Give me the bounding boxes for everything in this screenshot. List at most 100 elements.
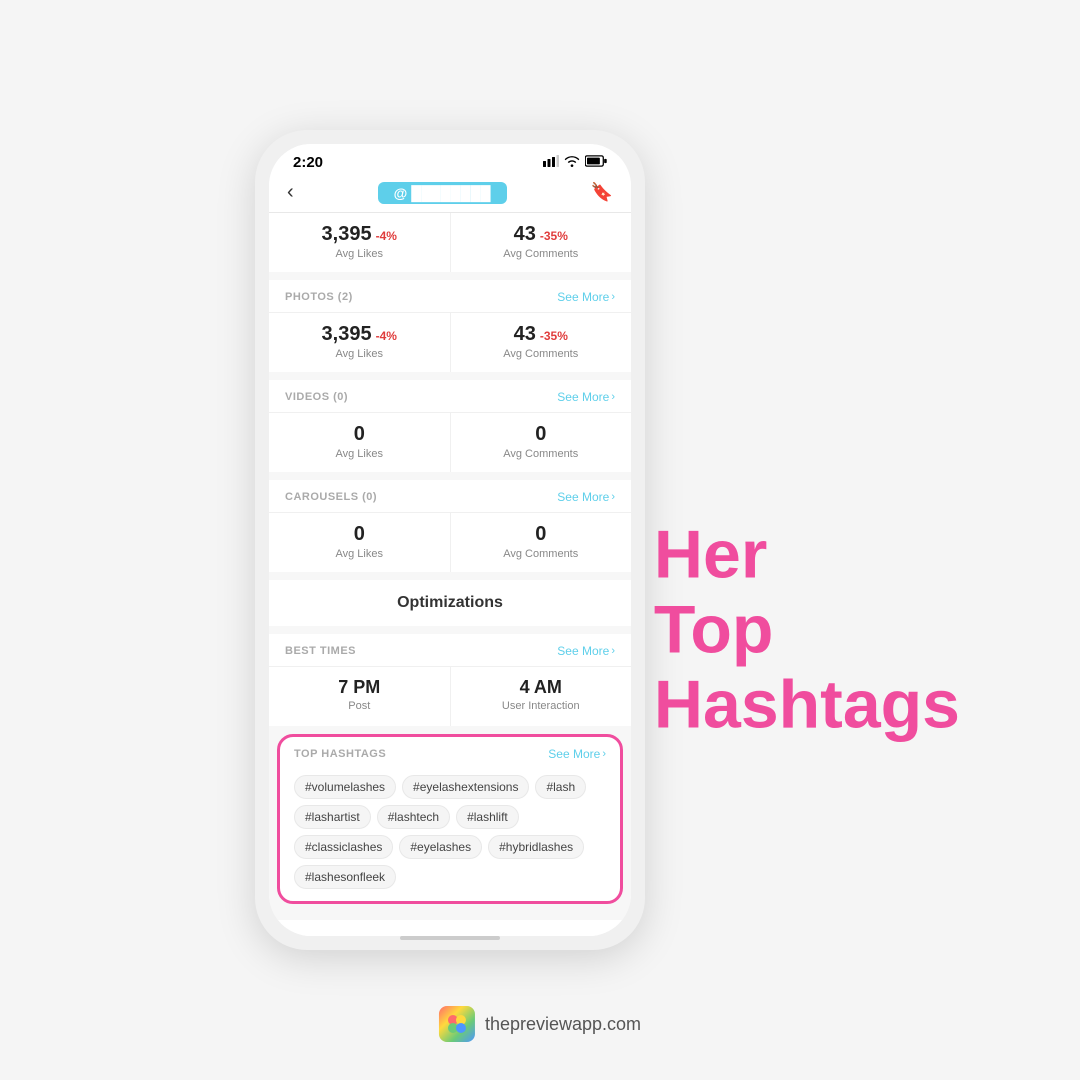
hashtag-tag[interactable]: #lashtech (377, 805, 450, 829)
photos-see-more-chevron: › (611, 291, 615, 303)
hashtag-tag[interactable]: #lashesonfleek (294, 865, 396, 889)
bottom-branding: thepreviewapp.com (439, 1006, 641, 1042)
best-times-stats-row: 7 PM Post 4 AM User Interaction (269, 666, 631, 726)
top-avg-likes-value: 3,395 (322, 223, 372, 246)
videos-see-more[interactable]: See More › (557, 390, 615, 404)
photos-avg-likes-value: 3,395 (322, 323, 372, 346)
hashtag-tag[interactable]: #lashlift (456, 805, 519, 829)
carousels-avg-comments-cell: 0 Avg Comments (451, 513, 632, 572)
videos-avg-comments-label: Avg Comments (503, 448, 578, 460)
best-times-see-more-label: See More (557, 644, 609, 658)
best-times-section: BEST TIMES See More › 7 PM Post 4 AM (269, 634, 631, 726)
top-avg-likes-cell: 3,395 -4% Avg Likes (269, 213, 451, 272)
battery-icon (585, 155, 607, 170)
interaction-time-value: 4 AM (520, 677, 562, 698)
top-avg-comments-value: 43 (514, 223, 536, 246)
best-times-header: BEST TIMES See More › (269, 634, 631, 666)
phone-inner: 2:20 (269, 144, 631, 936)
hashtags-see-more[interactable]: See More › (548, 747, 606, 761)
nav-bar: ‹ @ ████████ 🔖 (269, 175, 631, 213)
hashtags-see-more-chevron: › (602, 748, 606, 760)
home-indicator-bar (269, 920, 631, 936)
photos-section: PHOTOS (2) See More › 3,395 -4% Avg (269, 280, 631, 372)
hashtag-tag[interactable]: #eyelashextensions (402, 775, 529, 799)
carousels-see-more-chevron: › (611, 491, 615, 503)
hashtag-tag[interactable]: #lashartist (294, 805, 371, 829)
optimizations-title: Optimizations (397, 594, 503, 611)
carousels-stats-row: 0 Avg Likes 0 Avg Comments (269, 512, 631, 572)
brand-website: thepreviewapp.com (485, 1014, 641, 1035)
hashtags-header: TOP HASHTAGS See More › (280, 737, 620, 769)
top-avg-likes-change: -4% (376, 229, 397, 243)
status-icons (543, 155, 607, 170)
photos-avg-comments-label: Avg Comments (503, 348, 578, 360)
hashtags-section-title: TOP HASHTAGS (294, 748, 386, 760)
bottom-padding (269, 912, 631, 920)
photos-section-header: PHOTOS (2) See More › (269, 280, 631, 312)
top-avg-comments-label: Avg Comments (503, 248, 578, 260)
videos-avg-likes-value: 0 (354, 423, 365, 446)
status-bar: 2:20 (269, 144, 631, 175)
photos-avg-comments-value: 43 (514, 323, 536, 346)
photos-avg-likes-change: -4% (376, 329, 397, 343)
hashtags-see-more-label: See More (548, 747, 600, 761)
best-times-see-more-chevron: › (611, 645, 615, 657)
videos-avg-comments-cell: 0 Avg Comments (451, 413, 632, 472)
top-stats-row: 3,395 -4% Avg Likes 43 -35% Avg Comments (269, 213, 631, 272)
videos-see-more-chevron: › (611, 391, 615, 403)
username-tag: @ ████████ (378, 182, 507, 204)
photos-avg-likes-cell: 3,395 -4% Avg Likes (269, 313, 451, 372)
page-wrapper: 2:20 (0, 0, 1080, 1080)
photos-avg-comments-change: -35% (540, 329, 568, 343)
back-button[interactable]: ‹ (287, 181, 294, 204)
carousels-avg-likes-cell: 0 Avg Likes (269, 513, 451, 572)
photos-see-more[interactable]: See More › (557, 290, 615, 304)
photos-see-more-label: See More (557, 290, 609, 304)
carousels-section-title: CAROUSELS (0) (285, 491, 377, 503)
top-hashtags-section: TOP HASHTAGS See More › #volumelashes #e… (277, 734, 623, 904)
carousels-avg-comments-label: Avg Comments (503, 548, 578, 560)
post-time-cell: 7 PM Post (269, 667, 451, 726)
best-times-see-more[interactable]: See More › (557, 644, 615, 658)
hashtag-tags-container: #volumelashes #eyelashextensions #lash #… (280, 769, 620, 901)
carousels-avg-likes-label: Avg Likes (336, 548, 384, 560)
hashtag-tag[interactable]: #eyelashes (399, 835, 482, 859)
right-title-line3: Hashtags (654, 667, 960, 742)
status-time: 2:20 (293, 154, 323, 171)
right-title-line1: Her (654, 518, 767, 593)
bookmark-icon[interactable]: 🔖 (591, 182, 613, 203)
hashtag-tag[interactable]: #hybridlashes (488, 835, 584, 859)
photos-section-title: PHOTOS (2) (285, 291, 353, 303)
videos-stats-row: 0 Avg Likes 0 Avg Comments (269, 412, 631, 472)
post-time-value: 7 PM (338, 677, 380, 698)
carousels-section: CAROUSELS (0) See More › 0 Avg Likes (269, 480, 631, 572)
post-time-label: Post (348, 700, 370, 712)
carousels-see-more[interactable]: See More › (557, 490, 615, 504)
best-times-title: BEST TIMES (285, 645, 356, 657)
right-title-line2: Top (654, 592, 774, 667)
videos-avg-likes-label: Avg Likes (336, 448, 384, 460)
interaction-time-label: User Interaction (502, 700, 580, 712)
videos-avg-likes-cell: 0 Avg Likes (269, 413, 451, 472)
optimizations-section: Optimizations (269, 580, 631, 626)
photos-avg-comments-cell: 43 -35% Avg Comments (451, 313, 632, 372)
photos-avg-likes-label: Avg Likes (336, 348, 384, 360)
videos-section-title: VIDEOS (0) (285, 391, 348, 403)
videos-avg-comments-value: 0 (535, 423, 546, 446)
hashtag-tag[interactable]: #volumelashes (294, 775, 396, 799)
top-avg-comments-change: -35% (540, 229, 568, 243)
carousels-avg-likes-value: 0 (354, 523, 365, 546)
interaction-time-cell: 4 AM User Interaction (451, 667, 632, 726)
right-text-block: Her Top Hashtags (654, 518, 960, 742)
photos-stats-row: 3,395 -4% Avg Likes 43 -35% Avg Comments (269, 312, 631, 372)
top-avg-comments-cell: 43 -35% Avg Comments (451, 213, 632, 272)
videos-section: VIDEOS (0) See More › 0 Avg Likes (269, 380, 631, 472)
wifi-icon (564, 155, 580, 170)
phone-shell: 2:20 (255, 130, 645, 950)
hashtag-tag[interactable]: #classiclashes (294, 835, 393, 859)
carousels-section-header: CAROUSELS (0) See More › (269, 480, 631, 512)
content-area: 3,395 -4% Avg Likes 43 -35% Avg Comments (269, 213, 631, 920)
brand-logo (439, 1006, 475, 1042)
videos-see-more-label: See More (557, 390, 609, 404)
hashtag-tag[interactable]: #lash (535, 775, 586, 799)
